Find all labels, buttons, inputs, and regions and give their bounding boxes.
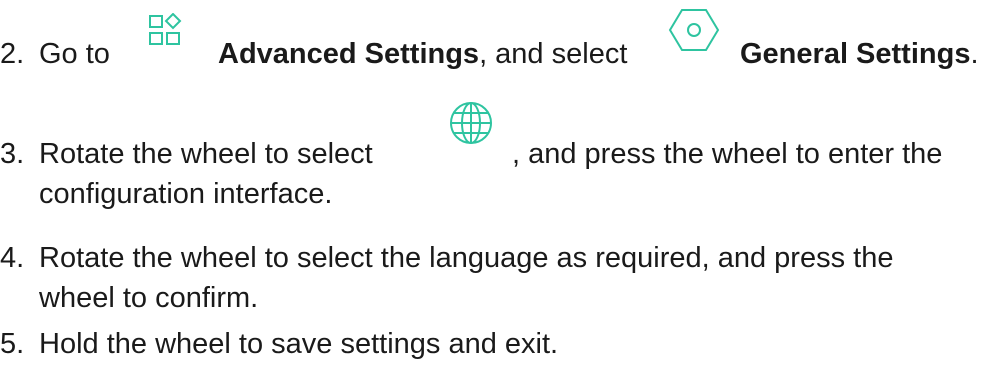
step-2-and-select: , and select: [479, 38, 628, 70]
step-4-text-1: Rotate the wheel to select the language …: [39, 242, 894, 274]
step-3-line-2: configuration interface.: [39, 178, 333, 210]
general-settings-label: General Settings: [740, 38, 971, 70]
step-4-line-1: 4. Rotate the wheel to select the languag…: [0, 238, 893, 278]
advanced-settings-label: Advanced Settings: [218, 38, 480, 70]
step-number: 3.: [0, 138, 25, 170]
step-5-line-1: 5. Hold the wheel to save settings and ex…: [0, 324, 558, 364]
step-2-rest: Advanced Settings, and select: [218, 34, 627, 74]
step-3-line-1-rest: , and press the wheel to enter the: [512, 134, 942, 174]
step-number: 2.: [0, 38, 25, 70]
step-2-line: 2. Go to: [0, 34, 110, 74]
advanced-settings-grid-icon: [149, 13, 182, 45]
step-4-line-2: wheel to confirm.: [39, 282, 259, 314]
step-2-go-to: Go to: [39, 38, 110, 70]
general-settings-hexagon-icon: [668, 9, 720, 51]
step-5-text: Hold the wheel to save settings and exit…: [39, 328, 559, 360]
step-3-line-1: 3. Rotate the wheel to select: [0, 134, 373, 174]
globe-icon: [450, 102, 492, 144]
step-2-end: General Settings.: [740, 34, 979, 74]
step-3-text-b: , and press the wheel to enter the: [512, 138, 943, 170]
step-number: 4.: [0, 242, 25, 274]
step-3-text-a: Rotate the wheel to select: [39, 138, 373, 170]
step-2-period: .: [970, 38, 979, 70]
step-number: 5.: [0, 328, 25, 360]
